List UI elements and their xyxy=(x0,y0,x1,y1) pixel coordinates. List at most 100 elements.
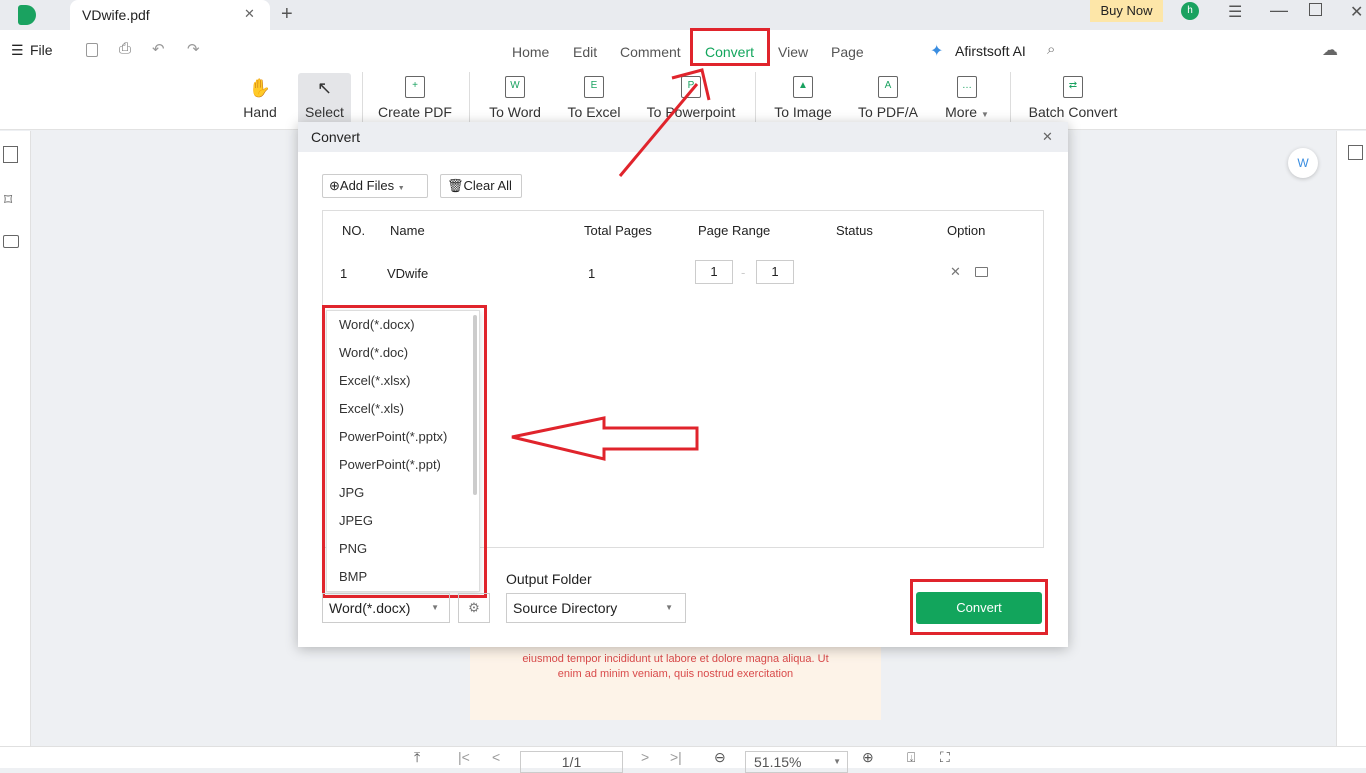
print-icon[interactable]: ⎙ xyxy=(119,40,131,57)
tool-select[interactable]: ↖ Select xyxy=(298,76,351,120)
range-dash: - xyxy=(741,265,746,280)
table-row: 1 VDwife 1 1 - 1 ✕ xyxy=(323,253,1043,293)
row-pages: 1 xyxy=(588,266,596,281)
left-sidebar: ⌑ xyxy=(0,131,31,746)
add-icon: ⊕ xyxy=(329,178,340,193)
tool-to-image[interactable]: ▲ To Image xyxy=(770,76,836,120)
zoom-in-icon[interactable]: ⊕ xyxy=(862,749,874,766)
redo-icon[interactable]: ↷ xyxy=(187,40,200,58)
file-menu[interactable]: File xyxy=(30,42,53,58)
output-folder-select[interactable]: Source Directory ▼ xyxy=(506,593,686,623)
page-from-input[interactable]: 1 xyxy=(695,260,733,284)
hamburger-icon[interactable]: ☰ xyxy=(11,42,24,59)
maximize-icon[interactable] xyxy=(1309,3,1322,16)
pdf-page: eiusmod tempor incididunt ut labore et d… xyxy=(470,640,881,720)
dropdown-highlight-box xyxy=(322,305,487,598)
prev-page-icon[interactable]: < xyxy=(492,749,500,765)
scroll-top-icon[interactable]: ⤒ xyxy=(414,749,420,766)
add-files-button[interactable]: ⊕Add Files ▼ xyxy=(322,174,428,198)
dialog-header: Convert ✕ xyxy=(298,122,1068,152)
fit-page-icon[interactable]: ⍗ xyxy=(907,749,915,766)
convert-dialog: Convert ✕ ⊕Add Files ▼ 🗑Clear All NO. Na… xyxy=(298,122,1068,647)
close-tab-icon[interactable]: ✕ xyxy=(244,6,255,22)
column-header: Page Range xyxy=(698,223,771,238)
first-page-icon[interactable]: |< xyxy=(458,749,470,765)
dropdown-arrow-icon: ▼ xyxy=(431,603,439,612)
nav-convert[interactable]: Convert xyxy=(705,44,754,60)
excel-icon: E xyxy=(584,76,604,98)
doc-text: eiusmod tempor incididunt ut labore et d… xyxy=(522,653,829,665)
trash-icon: 🗑 xyxy=(447,178,464,193)
buy-now-button[interactable]: Buy Now xyxy=(1090,0,1163,22)
hand-icon: ✋ xyxy=(248,78,272,98)
next-page-icon[interactable]: > xyxy=(641,749,649,765)
divider xyxy=(469,72,470,122)
undo-icon[interactable]: ↶ xyxy=(152,40,165,58)
new-tab-icon[interactable]: + xyxy=(281,3,293,26)
search-icon[interactable]: ⌕ xyxy=(1047,41,1055,58)
nav-edit[interactable]: Edit xyxy=(573,44,597,60)
close-dialog-icon[interactable]: ✕ xyxy=(1042,129,1053,145)
nav-page[interactable]: Page xyxy=(831,44,864,60)
convert-button-highlight-box xyxy=(910,579,1048,635)
column-header: Name xyxy=(390,223,425,238)
divider xyxy=(755,72,756,122)
tool-to-excel[interactable]: E To Excel xyxy=(562,76,626,120)
pdfa-icon: A xyxy=(878,76,898,98)
menu-bar: ☰ File ⎙ ↶ ↷ Home Edit Comment Convert V… xyxy=(0,28,1366,131)
zoom-select[interactable]: 51.15% ▼ xyxy=(745,751,848,773)
nav-home[interactable]: Home xyxy=(512,44,549,60)
title-bar: VDwife.pdf ✕ + Buy Now h ☰ — ✕ xyxy=(0,0,1366,30)
app-logo xyxy=(18,5,36,25)
column-header: Total Pages xyxy=(584,223,652,238)
tool-batch-convert[interactable]: ⇄ Batch Convert xyxy=(1025,76,1121,120)
powerpoint-icon: P xyxy=(681,76,701,98)
bookmark-icon[interactable]: ⌑ xyxy=(4,190,12,210)
page-to-input[interactable]: 1 xyxy=(756,260,794,284)
close-window-icon[interactable]: ✕ xyxy=(1350,2,1363,22)
image-icon: ▲ xyxy=(793,76,813,98)
fullscreen-icon[interactable]: ⛶ xyxy=(940,749,950,766)
properties-icon[interactable] xyxy=(1348,145,1363,160)
ai-button[interactable]: Afirstsoft AI xyxy=(955,43,1026,59)
page-input[interactable]: 1/1 xyxy=(520,751,623,773)
dialog-title: Convert xyxy=(311,129,361,145)
remove-icon[interactable]: ✕ xyxy=(950,264,961,280)
tool-to-pdfa[interactable]: A To PDF/A xyxy=(855,76,921,120)
output-folder-label: Output Folder xyxy=(506,571,592,587)
divider xyxy=(362,72,363,122)
cloud-upload-icon[interactable]: ☁ xyxy=(1322,40,1338,60)
cursor-icon: ↖ xyxy=(316,78,333,98)
nav-view[interactable]: View xyxy=(778,44,808,60)
translate-icon[interactable]: W xyxy=(1288,148,1318,178)
comment-icon[interactable] xyxy=(3,235,19,248)
word-icon: W xyxy=(505,76,525,98)
right-sidebar xyxy=(1336,131,1366,746)
thumbnail-icon[interactable] xyxy=(3,146,18,163)
format-settings-button[interactable]: ⚙ xyxy=(458,593,490,623)
avatar[interactable]: h xyxy=(1181,2,1199,20)
clear-all-button[interactable]: 🗑Clear All xyxy=(440,174,522,198)
dropdown-arrow-icon: ▼ xyxy=(397,185,405,192)
batch-convert-icon: ⇄ xyxy=(1063,76,1083,98)
create-pdf-icon: + xyxy=(405,76,425,98)
save-icon[interactable] xyxy=(86,43,98,57)
divider xyxy=(1010,72,1011,122)
document-tab[interactable]: VDwife.pdf ✕ xyxy=(70,0,270,30)
nav-comment[interactable]: Comment xyxy=(620,44,681,60)
format-select[interactable]: Word(*.docx) ▼ xyxy=(322,593,450,623)
tab-title: VDwife.pdf xyxy=(82,7,150,23)
ai-sparkle-icon: ✦ xyxy=(930,43,944,60)
minimize-icon[interactable]: — xyxy=(1270,0,1288,21)
column-header: NO. xyxy=(342,223,366,238)
tool-to-powerpoint[interactable]: P To Powerpoint xyxy=(642,76,740,120)
tool-hand[interactable]: ✋ Hand xyxy=(238,76,282,120)
menu-icon[interactable]: ☰ xyxy=(1228,2,1242,22)
tool-to-word[interactable]: W To Word xyxy=(482,76,548,120)
tool-create-pdf[interactable]: + Create PDF xyxy=(375,76,455,120)
dropdown-arrow-icon: ▼ xyxy=(665,603,673,612)
zoom-out-icon[interactable]: ⊖ xyxy=(714,749,726,766)
last-page-icon[interactable]: >| xyxy=(670,749,682,765)
folder-icon[interactable] xyxy=(975,267,988,277)
tool-more[interactable]: … More ▼ xyxy=(940,76,994,123)
